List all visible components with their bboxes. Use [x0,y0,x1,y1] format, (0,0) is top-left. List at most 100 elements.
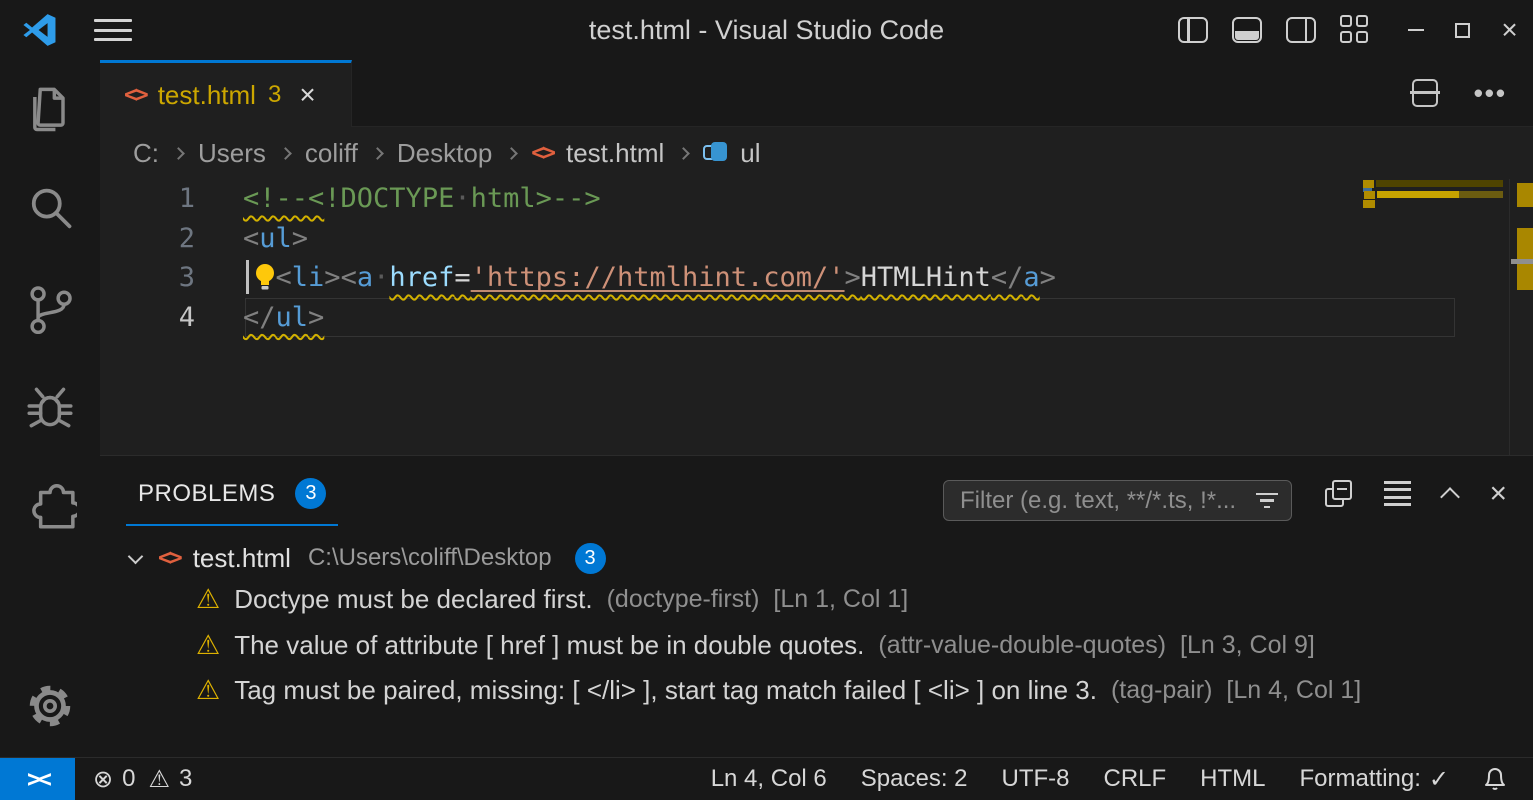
error-icon: ⊗ [93,765,113,794]
close-window-button[interactable]: × [1486,0,1533,60]
code-token: ul [276,302,309,333]
problem-location: [Ln 1, Col 1] [773,585,908,614]
status-problems[interactable]: ⊗ 0 ⚠ 3 [93,765,192,794]
code-token: a [1023,262,1039,293]
breadcrumb-coliff[interactable]: coliff [305,138,358,169]
problems-filter[interactable] [943,480,1292,521]
code-token: > [324,262,340,293]
chevron-right-icon [172,147,185,160]
problem-item[interactable]: ⚠Tag must be paired, missing: [ </li> ],… [100,668,1533,714]
explorer-icon[interactable] [0,60,100,159]
maximize-button[interactable] [1439,0,1486,60]
settings-gear-icon[interactable] [0,656,100,755]
text-cursor [246,260,249,294]
activity-bar [0,60,100,757]
source-control-icon[interactable] [0,258,100,357]
status-indentation[interactable]: Spaces: 2 [861,765,968,793]
problem-item[interactable]: ⚠Doctype must be declared first.(doctype… [100,577,1533,623]
overview-ruler-cursor-mark [1511,259,1533,264]
code-token: = [454,262,470,293]
breadcrumb-desktop[interactable]: Desktop [397,138,492,169]
code-lines: <!--<!DOCTYPE·html>--><ul> <li><a·href='… [243,179,1463,337]
minimize-button[interactable] [1392,0,1439,60]
code-token: > [845,262,861,293]
code-token: html>--> [471,183,601,214]
tab-test-html[interactable]: <> test.html 3 × [100,60,352,127]
problem-rule: (doctype-first) [607,585,760,614]
chevron-right-icon [505,147,518,160]
run-and-debug-icon[interactable] [0,357,100,456]
code-line[interactable]: <!--<!DOCTYPE·html>--> [243,179,1463,219]
code-token: </ [243,302,276,333]
tab-bar: <> test.html 3 × ••• [100,60,1533,127]
code-token: · [454,183,470,214]
chevron-right-icon [279,147,292,160]
code-token: > [308,302,324,333]
close-panel-icon[interactable]: × [1489,479,1507,509]
problem-message: Doctype must be declared first. [234,584,592,615]
minimap[interactable] [1363,179,1509,455]
breadcrumb-symbol[interactable]: ul [740,138,760,169]
tab-problems[interactable]: PROBLEMS 3 [126,456,338,531]
code-line[interactable]: <ul> [243,219,1463,259]
search-icon[interactable] [0,159,100,258]
split-editor-icon[interactable] [1412,79,1438,107]
tab-problem-count: 3 [268,81,281,109]
code-line[interactable]: <li><a·href='https://htmlhint.com/'>HTML… [243,258,1463,298]
problems-file-group[interactable]: <> test.html C:\Users\coliff\Desktop 3 [100,539,1533,577]
html-file-icon: <> [531,140,553,166]
customize-layout-icon[interactable] [1340,15,1370,45]
collapse-all-icon[interactable] [1325,480,1352,507]
toggle-panel-icon[interactable] [1232,17,1262,43]
gutter: 1234 [100,179,243,337]
more-actions-icon[interactable]: ••• [1474,78,1507,109]
warning-icon: ⚠ [196,632,220,659]
status-eol[interactable]: CRLF [1104,765,1167,793]
code-token: li [292,262,325,293]
extensions-icon[interactable] [0,456,100,555]
code-token: </ [991,262,1024,293]
titlebar: test.html - Visual Studio Code × [0,0,1533,60]
menu-icon[interactable] [94,19,132,41]
status-language[interactable]: HTML [1200,765,1265,793]
toggle-primary-sidebar-icon[interactable] [1178,17,1208,43]
maximize-panel-icon[interactable] [1441,487,1461,507]
remote-indicator[interactable]: >< [0,758,75,800]
minimap-mark [1376,180,1503,187]
lightbulb-icon[interactable] [252,262,278,292]
notifications-bell-icon[interactable] [1483,766,1507,792]
line-number: 2 [100,219,243,259]
filter-input[interactable] [960,487,1249,515]
warning-icon: ⚠ [148,765,170,794]
breadcrumb-drive[interactable]: C: [133,138,159,169]
warning-icon: ⚠ [196,677,220,704]
status-bar: >< ⊗ 0 ⚠ 3 Ln 4, Col 6 Spaces: 2 UTF-8 C… [0,757,1533,800]
tab-close-icon[interactable]: × [299,79,315,111]
problems-file-name: test.html [193,543,291,574]
check-icon: ✓ [1429,765,1449,794]
breadcrumb-users[interactable]: Users [198,138,266,169]
status-line-col[interactable]: Ln 4, Col 6 [711,765,827,793]
toggle-secondary-sidebar-icon[interactable] [1286,17,1316,43]
minimap-mark [1363,200,1375,208]
problems-file-path: C:\Users\coliff\Desktop [308,544,552,572]
problem-items: ⚠ Doctype must be declared first. (doctype… [100,577,1533,714]
breadcrumb-file[interactable]: test.html [566,138,664,169]
code-line[interactable]: </ul> [243,298,1463,338]
view-as-table-icon[interactable] [1384,481,1411,507]
minimap-mark [1364,191,1375,199]
chevron-right-icon [677,147,690,160]
code-token: !DOCTYPE [324,183,454,214]
link-token[interactable]: 'https://htmlhint.com/' [471,262,845,293]
chevron-down-icon[interactable] [128,548,144,564]
code-editor[interactable]: 1234 <!--<!DOCTYPE·html>--><ul> <li><a·h… [100,179,1533,455]
code-token: 'https://htmlhint.com/' [471,262,845,293]
status-formatting[interactable]: Formatting: ✓ [1300,765,1449,794]
status-encoding[interactable]: UTF-8 [1002,765,1070,793]
minimap-mark [1363,180,1374,188]
minimap-mark [1377,191,1459,198]
html-file-icon: <> [124,82,146,108]
filter-icon [1255,493,1279,509]
problem-item[interactable]: ⚠The value of attribute [ href ] must be… [100,623,1533,669]
line-number: 4 [100,298,243,338]
